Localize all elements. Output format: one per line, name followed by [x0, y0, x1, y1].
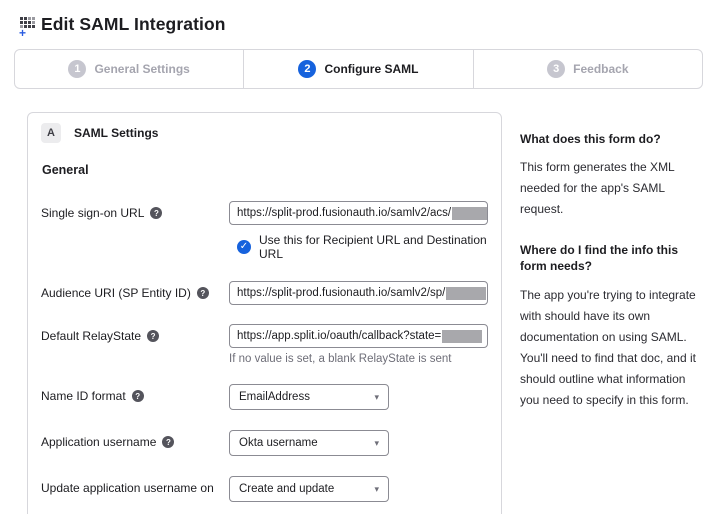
recipient-url-checkbox[interactable]: ✓	[237, 240, 251, 254]
saml-settings-card: A SAML Settings General Single sign-on U…	[27, 112, 502, 514]
general-group-title: General	[42, 163, 488, 177]
audience-uri-row: Audience URI (SP Entity ID) ? https://sp…	[41, 281, 488, 305]
relay-state-label: Default RelayState	[41, 329, 141, 345]
name-id-format-label: Name ID format	[41, 389, 126, 405]
name-id-format-select[interactable]: EmailAddress ▾	[229, 384, 389, 410]
audience-uri-value-suffix: 1	[487, 287, 488, 299]
relay-state-value: https://app.split.io/oauth/callback?stat…	[237, 330, 441, 342]
wizard-stepper: 1 General Settings 2 Configure SAML 3 Fe…	[14, 49, 703, 89]
relay-state-input[interactable]: https://app.split.io/oauth/callback?stat…	[229, 324, 488, 348]
audience-uri-label: Audience URI (SP Entity ID)	[41, 286, 191, 302]
sso-url-value: https://split-prod.fusionauth.io/samlv2/…	[237, 207, 451, 219]
help-icon[interactable]: ?	[132, 390, 144, 402]
application-username-select[interactable]: Okta username ▾	[229, 430, 389, 456]
recipient-url-checkbox-row: ✓ Use this for Recipient URL and Destina…	[237, 233, 488, 261]
help-heading-1: What does this form do?	[520, 131, 706, 147]
step-configure-saml[interactable]: 2 Configure SAML	[244, 50, 473, 88]
chevron-down-icon: ▾	[374, 392, 379, 403]
audience-uri-value: https://split-prod.fusionauth.io/samlv2/…	[237, 287, 445, 299]
help-icon[interactable]: ?	[197, 287, 209, 299]
help-body-1: This form generates the XML needed for t…	[520, 157, 706, 220]
update-username-row: Update application username on Create an…	[41, 476, 488, 502]
update-username-value: Create and update	[239, 483, 334, 495]
update-username-select[interactable]: Create and update ▾	[229, 476, 389, 502]
relay-state-hint: If no value is set, a blank RelayState i…	[229, 353, 488, 365]
step-3-label: Feedback	[573, 62, 628, 76]
help-body-2: The app you're trying to integrate with …	[520, 285, 706, 411]
recipient-url-checkbox-label: Use this for Recipient URL and Destinati…	[259, 233, 488, 261]
audience-uri-input[interactable]: https://split-prod.fusionauth.io/samlv2/…	[229, 281, 488, 305]
name-id-format-value: EmailAddress	[239, 391, 310, 403]
section-title: SAML Settings	[74, 126, 158, 140]
help-heading-2: Where do I find the info this form needs…	[520, 242, 706, 274]
step-3-circle: 3	[547, 60, 565, 78]
update-username-label: Update application username on	[41, 481, 214, 497]
relay-state-row: Default RelayState ? https://app.split.i…	[41, 324, 488, 365]
section-header: A SAML Settings	[41, 123, 488, 143]
redacted-value-box	[446, 287, 486, 300]
application-username-row: Application username ? Okta username ▾	[41, 430, 488, 456]
app-grid-plus-icon: +	[20, 17, 37, 32]
step-1-label: General Settings	[94, 62, 189, 76]
page-title: Edit SAML Integration	[41, 14, 226, 35]
help-icon[interactable]: ?	[150, 207, 162, 219]
section-a-badge: A	[41, 123, 61, 143]
help-icon[interactable]: ?	[147, 330, 159, 342]
name-id-format-row: Name ID format ? EmailAddress ▾	[41, 384, 488, 410]
chevron-down-icon: ▾	[374, 438, 379, 449]
application-username-value: Okta username	[239, 437, 318, 449]
help-sidebar: What does this form do? This form genera…	[520, 131, 706, 433]
sso-url-input[interactable]: https://split-prod.fusionauth.io/samlv2/…	[229, 201, 488, 225]
page-header: + Edit SAML Integration	[0, 0, 717, 45]
sso-url-label: Single sign-on URL	[41, 206, 144, 222]
chevron-down-icon: ▾	[374, 484, 379, 495]
plus-glyph: +	[19, 28, 26, 38]
main-content: A SAML Settings General Single sign-on U…	[0, 89, 717, 509]
step-1-circle: 1	[68, 60, 86, 78]
redacted-value-box	[442, 330, 482, 343]
help-icon[interactable]: ?	[162, 436, 174, 448]
redacted-value-box	[452, 207, 488, 220]
step-2-circle: 2	[298, 60, 316, 78]
step-2-label: Configure SAML	[324, 62, 418, 76]
sso-url-row: Single sign-on URL ? https://split-prod.…	[41, 201, 488, 261]
step-general-settings[interactable]: 1 General Settings	[15, 50, 244, 88]
application-username-label: Application username	[41, 435, 156, 451]
step-feedback[interactable]: 3 Feedback	[474, 50, 702, 88]
